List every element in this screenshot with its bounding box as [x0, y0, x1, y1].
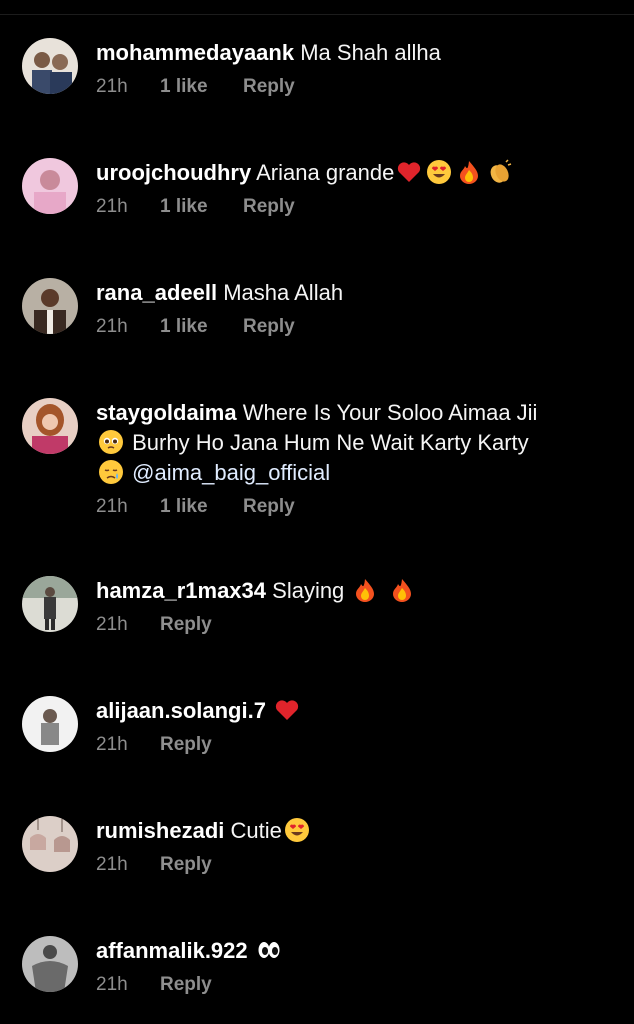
comment-meta: 21h Reply	[96, 614, 616, 636]
username[interactable]: rana_adeell	[96, 280, 217, 305]
comment-message: Cutie	[230, 818, 282, 843]
comment-message: Slaying	[272, 578, 345, 603]
username[interactable]: rumishezadi	[96, 818, 224, 843]
likes-count[interactable]: 1 like	[160, 76, 243, 98]
fire-icon	[392, 579, 411, 602]
username[interactable]: hamza_r1max34	[96, 578, 266, 603]
sad-face-icon	[99, 460, 123, 484]
mention-link[interactable]: @aima_baig_official	[132, 460, 330, 485]
reply-button[interactable]: Reply	[160, 614, 212, 636]
pleading-face-icon	[99, 430, 123, 454]
fire-icon	[460, 161, 479, 184]
avatar[interactable]	[22, 576, 78, 632]
username[interactable]: mohammedayaank	[96, 40, 294, 65]
comment-message: Where Is Your Soloo Aimaa Jii	[242, 400, 538, 425]
timestamp: 21h	[96, 854, 128, 875]
comment-meta: 21h 1 like Reply	[96, 496, 616, 518]
reply-button[interactable]: Reply	[160, 974, 212, 996]
timestamp: 21h	[96, 974, 128, 995]
avatar[interactable]	[22, 38, 78, 94]
avatar[interactable]	[22, 696, 78, 752]
avatar[interactable]	[22, 816, 78, 872]
username[interactable]: affanmalik.922	[96, 938, 248, 963]
comment-meta: 21h 1 like Reply	[96, 76, 616, 98]
comment-text: affanmalik.922	[96, 936, 616, 966]
comment-text: hamza_r1max34 Slaying	[96, 576, 616, 606]
heart-eyes-icon	[284, 818, 309, 842]
comment-text: mohammedayaank Ma Shah allha	[96, 38, 616, 68]
red-heart-icon	[398, 162, 421, 182]
timestamp: 21h	[96, 496, 128, 517]
comment-message: Masha Allah	[223, 280, 344, 305]
fire-icon	[356, 579, 375, 602]
likes-count[interactable]: 1 like	[160, 496, 243, 518]
avatar[interactable]	[22, 398, 78, 454]
avatar[interactable]	[22, 936, 78, 992]
comment-message: Ma Shah allha	[300, 40, 441, 65]
timestamp: 21h	[96, 316, 128, 337]
likes-count[interactable]: 1 like	[160, 316, 243, 338]
timestamp: 21h	[96, 196, 128, 217]
comment-meta: 21h 1 like Reply	[96, 196, 616, 218]
timestamp: 21h	[96, 734, 128, 755]
clapping-hands-icon	[490, 159, 512, 183]
reply-button[interactable]: Reply	[160, 734, 212, 756]
username[interactable]: alijaan.solangi.7	[96, 698, 266, 723]
comment-text: rana_adeell Masha Allah	[96, 278, 616, 308]
comment-meta: 21h Reply	[96, 854, 616, 876]
top-divider	[0, 14, 634, 15]
likes-count[interactable]: 1 like	[160, 196, 243, 218]
avatar[interactable]	[22, 158, 78, 214]
avatar[interactable]	[22, 278, 78, 334]
timestamp: 21h	[96, 76, 128, 97]
timestamp: 21h	[96, 614, 128, 635]
comment-message: Ariana grande	[256, 160, 395, 185]
comment-message-line-2: Burhy Ho Jana Hum Ne Wait Karty Karty	[132, 430, 529, 455]
reply-button[interactable]: Reply	[243, 196, 295, 218]
reply-button[interactable]: Reply	[243, 496, 295, 518]
username[interactable]: uroojchoudhry	[96, 160, 251, 185]
reply-button[interactable]: Reply	[160, 854, 212, 876]
reply-button[interactable]: Reply	[243, 76, 295, 98]
comment-text: uroojchoudhry Ariana grande	[96, 158, 616, 188]
eyes-icon	[258, 942, 280, 958]
comment-text: alijaan.solangi.7	[96, 696, 616, 726]
comment-text: rumishezadi Cutie	[96, 816, 616, 846]
reply-button[interactable]: Reply	[243, 316, 295, 338]
heart-eyes-icon	[427, 160, 452, 184]
username[interactable]: staygoldaima	[96, 400, 237, 425]
comment-meta: 21h Reply	[96, 974, 616, 996]
comment-text: staygoldaima Where Is Your Soloo Aimaa J…	[96, 398, 616, 488]
comment-meta: 21h 1 like Reply	[96, 316, 616, 338]
comment-meta: 21h Reply	[96, 734, 616, 756]
red-heart-icon	[275, 700, 299, 720]
